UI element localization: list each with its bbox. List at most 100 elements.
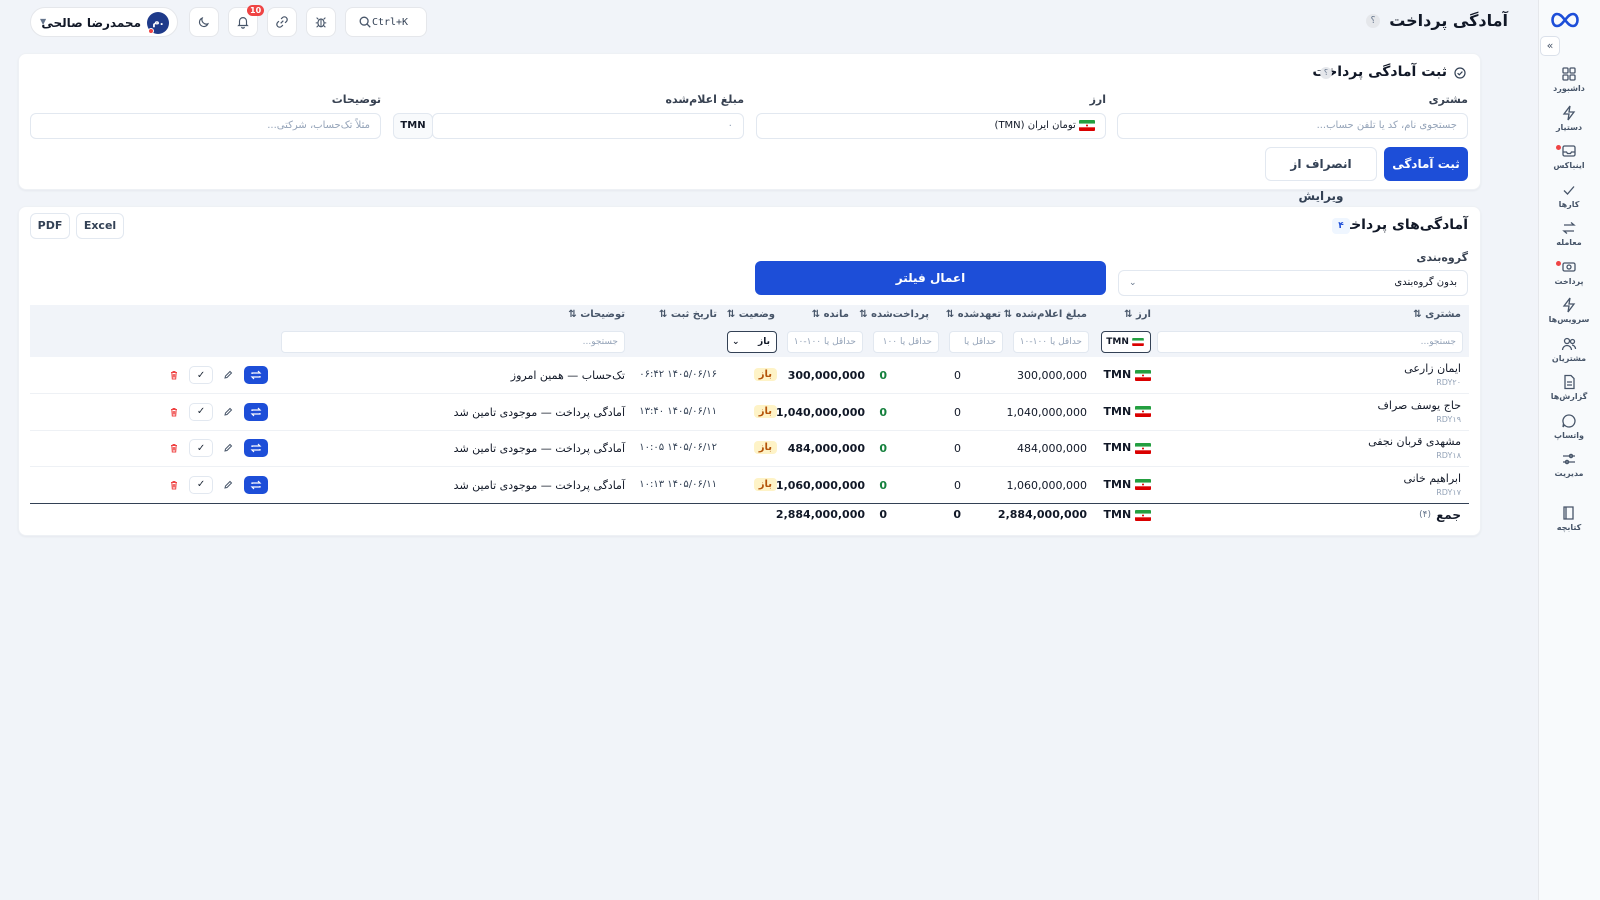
export-excel-button[interactable]: Excel [76, 213, 124, 239]
convert-button[interactable] [244, 402, 268, 421]
sidebar-item-10[interactable]: واتساپ [1538, 409, 1600, 445]
link-button[interactable] [267, 7, 297, 37]
col-status[interactable]: وضعیت ⇅ [727, 309, 775, 320]
collapse-sidebar-button[interactable]: « [1540, 36, 1560, 56]
sidebar-item-label: معامله [1556, 238, 1582, 247]
edit-button[interactable] [216, 402, 240, 421]
col-notes[interactable]: توضیحات ⇅ [568, 309, 625, 320]
confirm-button[interactable]: ✓ [189, 366, 213, 384]
pencil-icon [224, 480, 233, 489]
delete-button[interactable] [162, 475, 186, 494]
moon-icon [198, 17, 209, 28]
sidebar-item-6[interactable]: پرداخت [1538, 255, 1600, 291]
confirm-button[interactable]: ✓ [189, 402, 213, 421]
row-customer-name[interactable]: حاج یوسف صراف [1378, 399, 1461, 412]
repeat-icon [250, 480, 262, 489]
iran-flag-icon [1135, 479, 1151, 490]
col-currency[interactable]: ارز ⇅ [1124, 309, 1151, 320]
edit-button[interactable] [216, 475, 240, 494]
sidebar-item-8[interactable]: مشتریان [1538, 332, 1600, 368]
debug-button[interactable] [306, 7, 336, 37]
sidebar-item-label: کتابچه [1556, 523, 1582, 532]
filter-remaining-input[interactable]: حداقل یا ۱۰۰-۱۰ [787, 331, 863, 353]
row-notes: آمادگی پرداخت — موجودی تامین شد [453, 405, 625, 419]
row-date: ۱۴۰۵/۰۶/۱۶ ۰۶:۴۲ [639, 369, 717, 380]
filter-status-select[interactable]: باز ⌄ [727, 331, 777, 353]
check-icon [1563, 185, 1575, 195]
col-remaining[interactable]: مانده ⇅ [812, 309, 849, 320]
row-notes: تک‌حساب — همین امروز [510, 369, 625, 382]
table-row[interactable]: ایمان زارعی RDY۲۰ TMN 300,000,000 0 0 300,000… [30, 358, 1469, 394]
command-search-button[interactable]: Ctrl+K [345, 7, 427, 37]
confirm-button[interactable]: ✓ [189, 439, 213, 457]
row-customer-name[interactable]: ایمان زارعی [1404, 362, 1461, 375]
convert-button[interactable] [244, 475, 268, 494]
row-committed: 0 [954, 442, 961, 455]
customer-search-input[interactable]: جستجوی نام، کد یا تلفن حساب... [1117, 113, 1468, 139]
sidebar: « داشبورد دستیار اینباکس کارها معامله پرداخت س… [1538, 0, 1600, 900]
edit-button[interactable] [216, 439, 240, 457]
convert-button[interactable] [244, 366, 268, 384]
row-declared: 1,060,000,000 [1006, 478, 1087, 492]
sidebar-item-1[interactable]: داشبورد [1538, 62, 1600, 98]
filter-paid-input[interactable]: حداقل یا ۱۰۰ [873, 331, 939, 353]
submit-readiness-button[interactable]: ثبت آمادگی [1384, 147, 1468, 181]
delete-button[interactable] [162, 366, 186, 384]
filter-customer-input[interactable]: جستجو... [1157, 331, 1463, 353]
col-committed[interactable]: تعهدشده ⇅ [946, 309, 1001, 320]
services-icon [1562, 297, 1576, 313]
amount-input[interactable]: ۰ [432, 113, 744, 139]
help-icon[interactable]: ؟ [1366, 14, 1380, 28]
apply-filter-button[interactable]: اعمال فیلتر [755, 261, 1106, 295]
sidebar-item-7[interactable]: سرویس‌ها [1538, 293, 1600, 329]
row-customer-name[interactable]: ابراهیم خانی [1403, 472, 1461, 485]
row-date: ۱۴۰۵/۰۶/۱۱ ۱۰:۱۳ [639, 478, 717, 490]
convert-button[interactable] [244, 439, 268, 457]
row-customer-name[interactable]: مشهدی قربان نجفی [1368, 435, 1461, 448]
col-paid[interactable]: پرداخت‌شده ⇅ [859, 309, 929, 320]
col-customer[interactable]: مشتری ⇅ [1413, 309, 1461, 320]
sidebar-item-11[interactable]: مدیریت [1538, 447, 1600, 483]
row-code: RDY۲۰ [1436, 378, 1461, 387]
confirm-button[interactable]: ✓ [189, 475, 213, 494]
search-icon [359, 16, 371, 28]
filter-declared-input[interactable]: حداقل یا ۱۰۰-۱۰ [1013, 331, 1089, 353]
form-help-icon[interactable]: ؟ [1320, 67, 1332, 79]
sidebar-item-12[interactable]: کتابچه [1538, 501, 1600, 537]
filter-committed-input[interactable]: حداقل یا [949, 331, 1003, 353]
sidebar-item-9[interactable]: گزارش‌ها [1538, 370, 1600, 406]
row-code: RDY۱۹ [1436, 414, 1461, 424]
check-icon: ✓ [196, 369, 206, 381]
app-logo-icon[interactable] [1548, 10, 1582, 30]
sidebar-item-3[interactable]: اینباکس [1538, 139, 1600, 175]
user-menu[interactable]: م. محمدرضا صالحی ▼ [30, 7, 178, 37]
row-declared: 300,000,000 [1017, 369, 1087, 382]
dashboard-icon [1562, 67, 1576, 81]
sidebar-item-4[interactable]: کارها [1538, 178, 1600, 214]
currency-select[interactable]: تومان ایران (TMN) [756, 113, 1106, 139]
table-row[interactable]: ابراهیم خانی RDY۱۷ TMN 1,060,000,000 0 0 1,06… [30, 468, 1469, 504]
export-pdf-button[interactable]: PDF [30, 213, 70, 239]
trash-icon [171, 407, 177, 416]
edit-button[interactable] [216, 366, 240, 384]
check-icon: ✓ [196, 479, 206, 490]
grouping-select[interactable]: بدون گروه‌بندی ⌄ [1118, 270, 1468, 296]
sidebar-item-5[interactable]: معامله [1538, 216, 1600, 252]
delete-button[interactable] [162, 402, 186, 421]
unread-dot [1556, 260, 1561, 266]
theme-toggle-button[interactable] [189, 7, 219, 37]
filter-currency-select[interactable]: TMN [1101, 331, 1151, 353]
sidebar-item-2[interactable]: دستیار [1538, 101, 1600, 137]
grouping-value: بدون گروه‌بندی [1394, 277, 1457, 288]
filter-notes-input[interactable]: جستجو... [281, 331, 625, 353]
notifications-button[interactable]: 10 [228, 5, 265, 37]
delete-button[interactable] [162, 439, 186, 457]
sidebar-item-label: مدیریت [1554, 469, 1584, 478]
link-icon [276, 16, 288, 28]
cancel-edit-button[interactable]: انصراف از ویرایش [1265, 147, 1377, 203]
notes-input[interactable]: مثلاً تک‌حساب، شرکتی... [30, 113, 381, 139]
table-row[interactable]: مشهدی قربان نجفی RDY۱۸ TMN 484,000,000 0 0 48… [30, 431, 1469, 467]
col-declared[interactable]: مبلغ اعلام‌شده ⇅ [1004, 309, 1087, 320]
table-row[interactable]: حاج یوسف صراف RDY۱۹ TMN 1,040,000,000 0 0 1,0… [30, 395, 1469, 431]
col-date[interactable]: تاریخ ثبت ⇅ [659, 309, 717, 320]
